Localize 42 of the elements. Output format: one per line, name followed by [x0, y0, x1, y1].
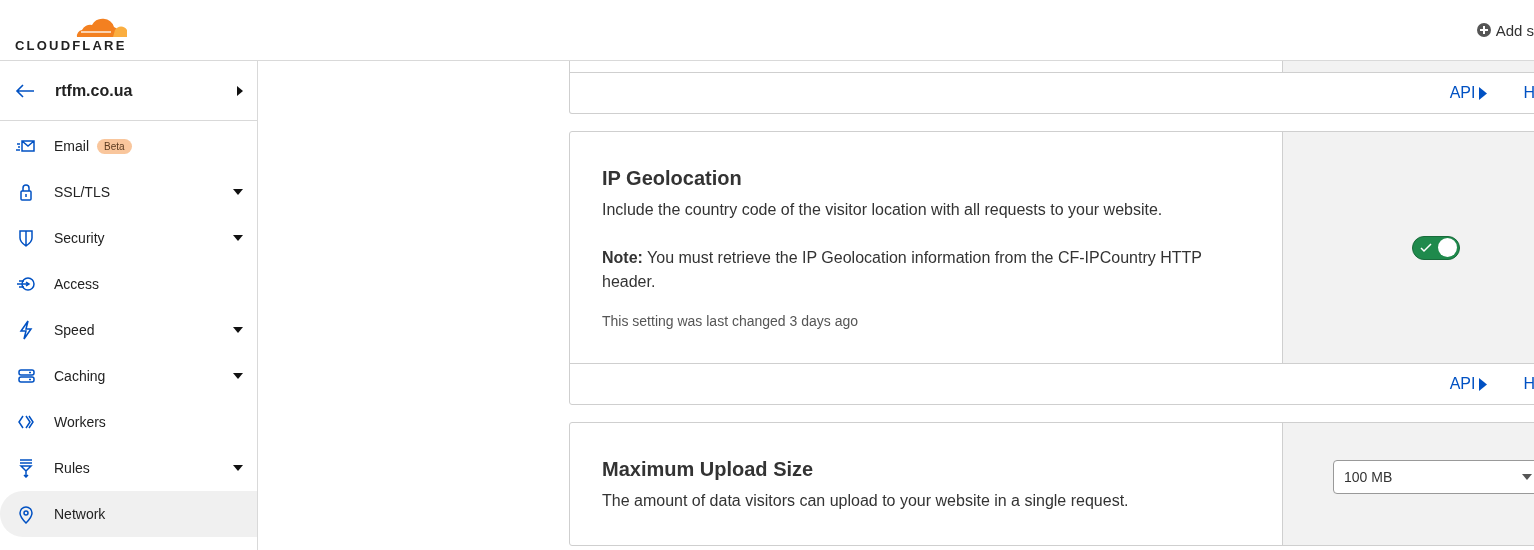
upload-size-dropdown[interactable]: 100 MB: [1333, 460, 1534, 494]
api-link[interactable]: API: [1449, 375, 1488, 393]
sidebar-item[interactable]: Rules: [0, 445, 257, 491]
api-link[interactable]: API: [1449, 84, 1488, 102]
setting-note: Note: You must retrieve the IP Geolocation information from the CF-IPCountry HTTP header.: [602, 248, 1202, 292]
nav-icon: [16, 274, 36, 294]
help-link[interactable]: H: [1523, 375, 1534, 393]
setting-title: IP Geolocation: [602, 166, 743, 191]
setting-description: Include the country code of the visitor location with all requests to your website.: [602, 200, 1164, 220]
caret-down-icon: [233, 327, 243, 333]
caret-down-icon: [233, 373, 243, 379]
caret-down-icon: [233, 189, 243, 195]
check-icon: [1420, 242, 1432, 253]
caret-right-icon: [1479, 86, 1488, 100]
beta-badge: Beta: [97, 138, 132, 154]
sidebar-item[interactable]: Security: [0, 215, 257, 261]
caret-down-icon: [1522, 474, 1532, 480]
caret-down-icon: [233, 465, 243, 471]
sidebar-item[interactable]: Workers: [0, 399, 257, 445]
back-arrow-icon[interactable]: [15, 83, 35, 98]
caret-right-icon[interactable]: [237, 85, 243, 96]
nav-icon: [16, 458, 36, 478]
nav-icon: [16, 366, 36, 386]
site-name[interactable]: rtfm.co.ua: [55, 81, 237, 100]
toggle-switch[interactable]: [1412, 235, 1460, 260]
setting-title: Maximum Upload Size: [602, 457, 815, 482]
caret-down-icon: [233, 235, 243, 241]
help-link[interactable]: H: [1523, 84, 1534, 102]
sidebar-item[interactable]: SSL/TLS: [0, 169, 257, 215]
sidebar-item[interactable]: Email Beta: [0, 123, 257, 169]
nav-icon: [16, 504, 36, 524]
last-changed-text: This setting was last changed 3 days ago: [602, 312, 860, 331]
nav-icon: [16, 228, 36, 248]
plus-circle-icon: [1476, 23, 1491, 37]
sidebar-item[interactable]: Speed: [0, 307, 257, 353]
sidebar-item[interactable]: Caching: [0, 353, 257, 399]
setting-description: The amount of data visitors can upload to your website in a single request.: [602, 491, 1130, 511]
logo-text: CLOUDFLARE: [15, 38, 127, 52]
add-site-button[interactable]: Add s: [1476, 21, 1534, 39]
sidebar-item[interactable]: Network: [0, 491, 257, 537]
sidebar-item[interactable]: Access: [0, 261, 257, 307]
caret-right-icon: [1479, 377, 1488, 391]
